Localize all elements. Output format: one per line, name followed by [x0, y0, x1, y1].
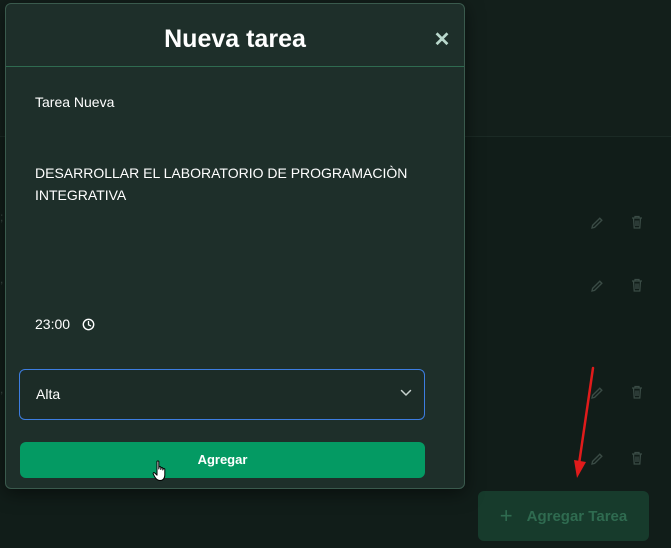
priority-select-value: Alta [36, 386, 61, 402]
task-description-field[interactable]: DESARROLLAR EL LABORATORIO DE PROGRAMACI… [35, 162, 415, 206]
modal-header: Nueva tarea ✕ [6, 4, 464, 67]
task-title-field[interactable]: Tarea Nueva [35, 94, 114, 110]
add-task-label: Agregar Tarea [526, 507, 628, 525]
clock-icon[interactable] [82, 318, 95, 331]
priority-select[interactable]: Alta [19, 369, 425, 420]
plus-icon: + [499, 503, 513, 528]
add-task-button[interactable]: + Agregar Tarea [478, 491, 649, 541]
close-icon[interactable]: ✕ [431, 29, 453, 51]
pencil-icon[interactable] [589, 278, 605, 294]
modal-title: Nueva tarea [164, 25, 306, 53]
pencil-icon[interactable] [589, 215, 605, 231]
app-screen: ; , , + Agregar Tarea Nueva tarea ✕ Tare… [0, 0, 671, 548]
trash-icon[interactable] [629, 277, 645, 293]
task-time-field[interactable]: 23:00 [35, 316, 95, 332]
task-time-value: 23:00 [35, 316, 71, 332]
trash-icon[interactable] [629, 450, 645, 466]
chevron-down-icon [400, 389, 412, 397]
trash-icon[interactable] [629, 214, 645, 230]
submit-task-button[interactable]: Agregar [20, 442, 425, 478]
new-task-modal: Nueva tarea ✕ Tarea Nueva DESARROLLAR EL… [5, 3, 465, 489]
trash-icon[interactable] [629, 384, 645, 400]
hand-pointer-icon [152, 460, 168, 482]
red-arrow-icon [560, 360, 610, 487]
